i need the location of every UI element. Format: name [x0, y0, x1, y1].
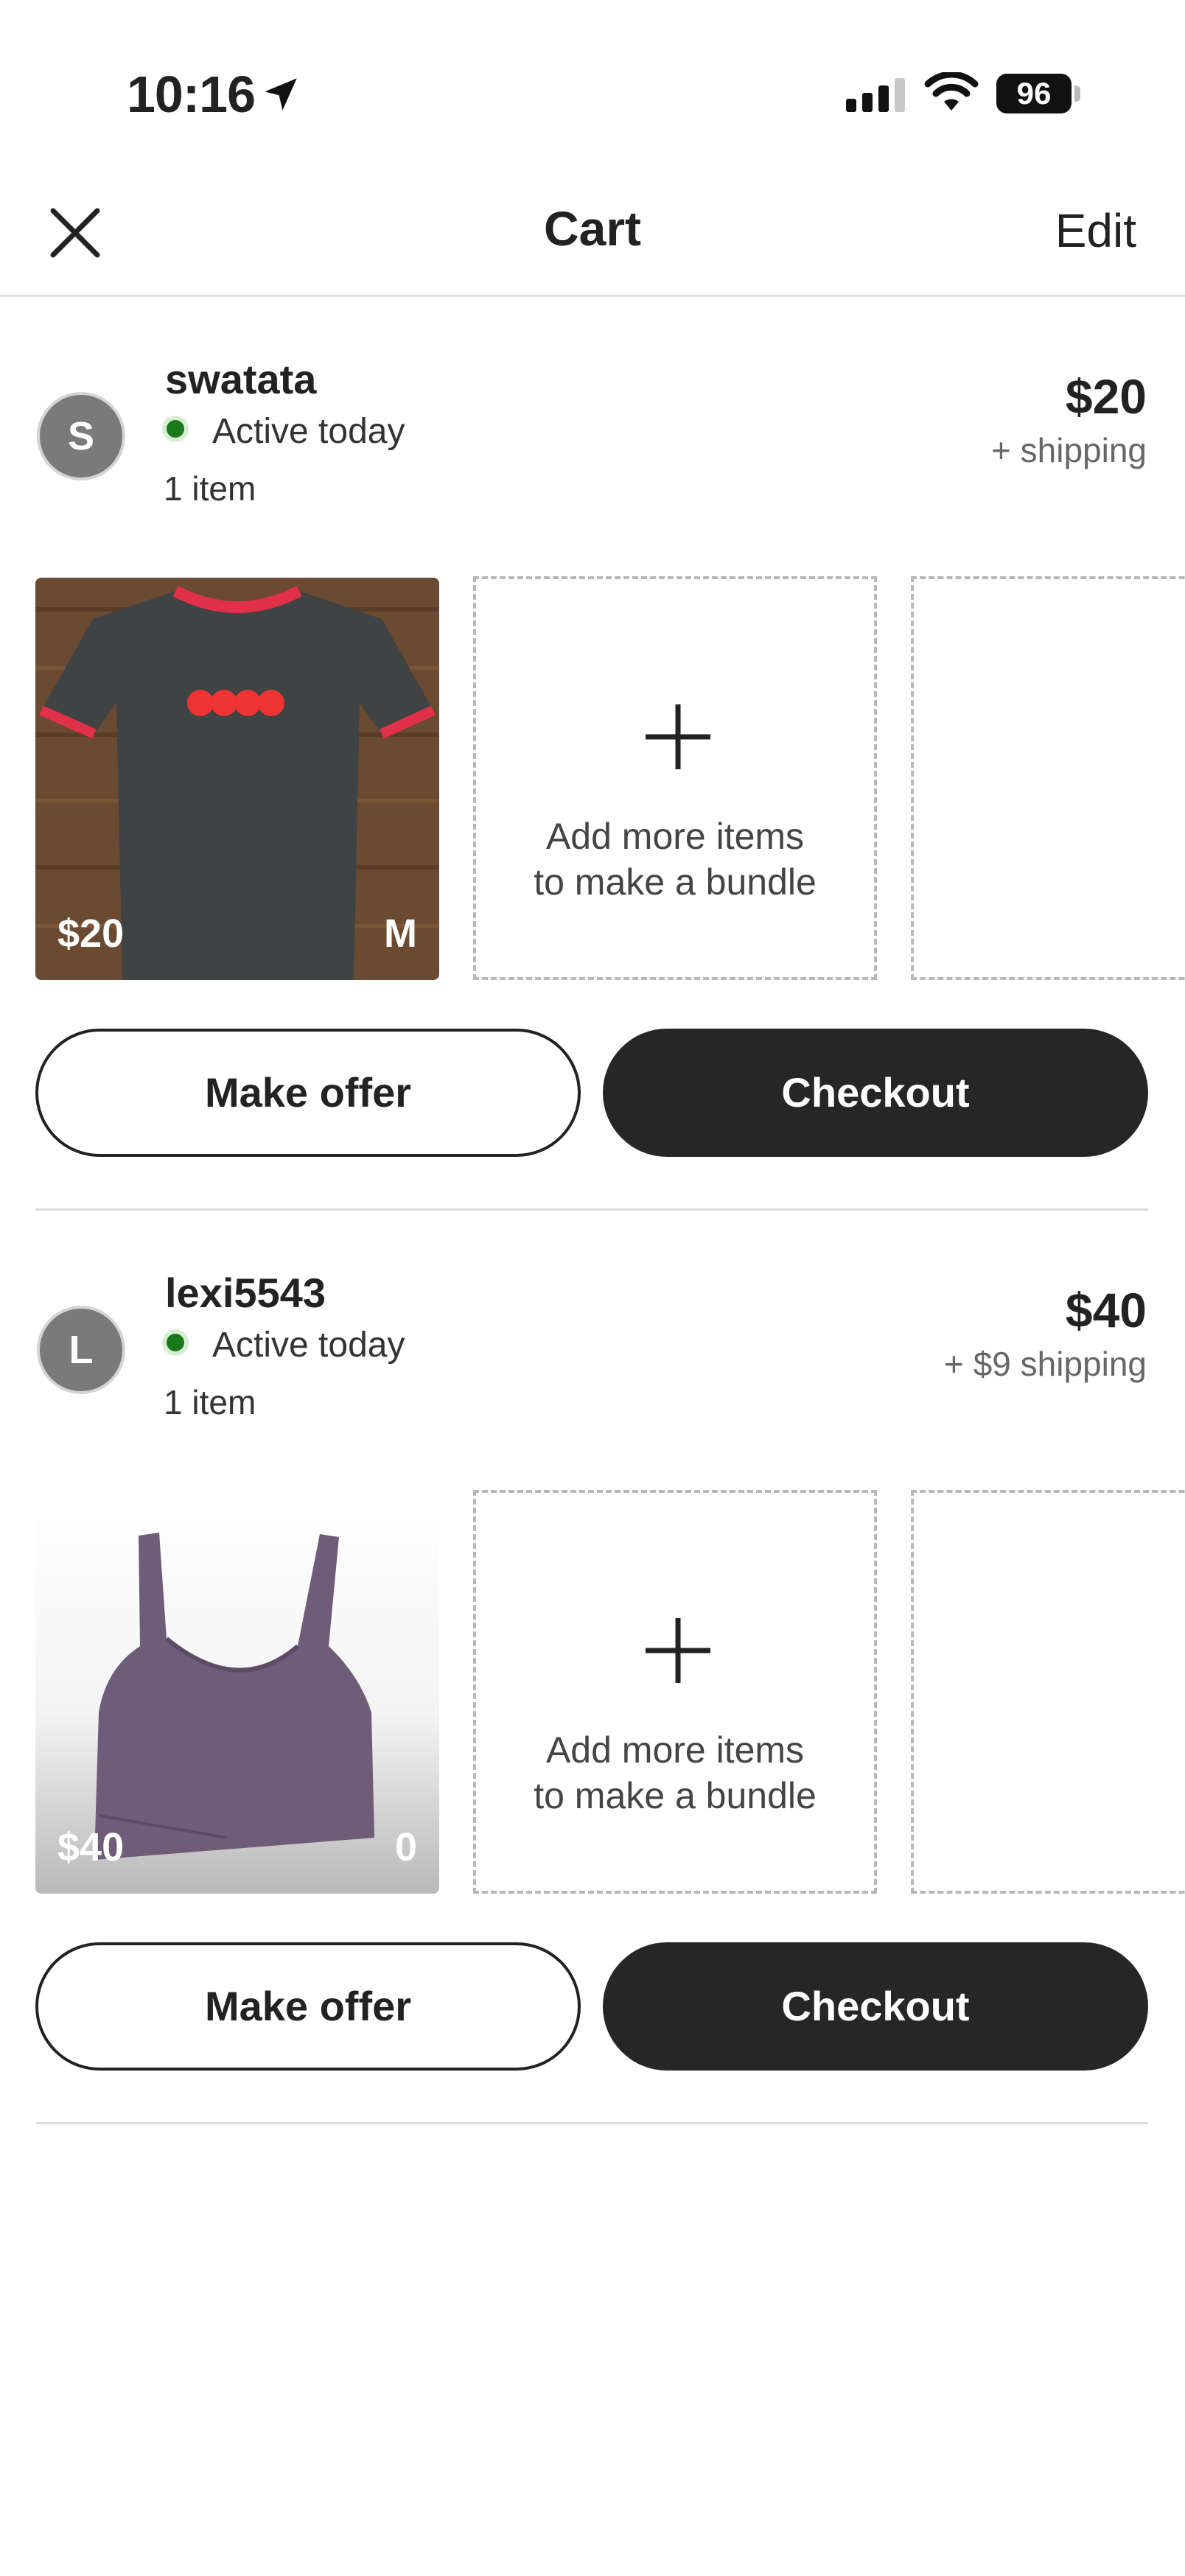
seller-name[interactable]: lexi5543 [165, 1269, 326, 1317]
item-price: $20 [57, 911, 125, 956]
item-size: M [384, 911, 417, 956]
item-size: 0 [394, 1825, 417, 1869]
page-title: Cart [543, 201, 642, 256]
bundle-prompt-line: Add more items [545, 1729, 805, 1771]
bundle-prompt: Add more items to make a bundle [476, 813, 874, 905]
active-status: Active today [212, 1326, 405, 1365]
seller-group: L lexi5543 Active today 1 item $40 + $9 … [0, 1203, 1185, 2131]
divider [35, 2122, 1148, 2124]
add-bundle-item-button[interactable]: Add more items to make a bundle [473, 1490, 877, 1894]
item-thumbnail[interactable]: $20 M [35, 578, 439, 980]
seller-name[interactable]: swatata [165, 355, 316, 403]
battery-tip [1074, 85, 1080, 102]
active-status: Active today [212, 412, 405, 451]
make-offer-button[interactable]: Make offer [35, 1942, 581, 2071]
active-status-dot [162, 416, 189, 442]
bundle-prompt-line: Add more items [545, 816, 805, 857]
item-thumbnail[interactable]: $40 0 [35, 1491, 439, 1894]
shipping-note: + $9 shipping [944, 1345, 1147, 1383]
status-time: 10:16 [127, 66, 256, 123]
bundle-prompt: Add more items to make a bundle [476, 1727, 874, 1819]
seller-group: S swatata Active today 1 item $20 + ship… [0, 289, 1185, 1217]
bundle-prompt-line: to make a bundle [534, 1775, 817, 1816]
seller-total-price: $20 [1065, 369, 1147, 424]
bundle-prompt-line: to make a bundle [534, 861, 817, 903]
empty-bundle-slot[interactable] [911, 1490, 1185, 1894]
item-price: $40 [57, 1825, 125, 1869]
avatar[interactable]: L [37, 1306, 125, 1394]
make-offer-button[interactable]: Make offer [35, 1029, 581, 1157]
plus-icon [646, 704, 710, 769]
shipping-note: + shipping [991, 431, 1147, 469]
battery-indicator: 96 [996, 74, 1072, 113]
avatar[interactable]: S [37, 392, 125, 480]
add-bundle-item-button[interactable]: Add more items to make a bundle [473, 576, 877, 980]
checkout-button[interactable]: Checkout [603, 1942, 1148, 2071]
status-bar: 10:16 96 [0, 0, 1185, 147]
location-arrow-icon [265, 78, 297, 111]
item-count: 1 item [164, 469, 256, 508]
plus-icon [646, 1618, 710, 1683]
checkout-button[interactable]: Checkout [603, 1029, 1148, 1157]
seller-total-price: $40 [1065, 1283, 1147, 1337]
signal-icon [846, 78, 905, 112]
item-count: 1 item [164, 1383, 256, 1421]
empty-bundle-slot[interactable] [911, 576, 1185, 980]
edit-button[interactable]: Edit [1055, 203, 1136, 258]
active-status-dot [162, 1329, 189, 1356]
wifi-icon [924, 72, 979, 111]
nav-bar: Cart Edit [0, 162, 1185, 297]
